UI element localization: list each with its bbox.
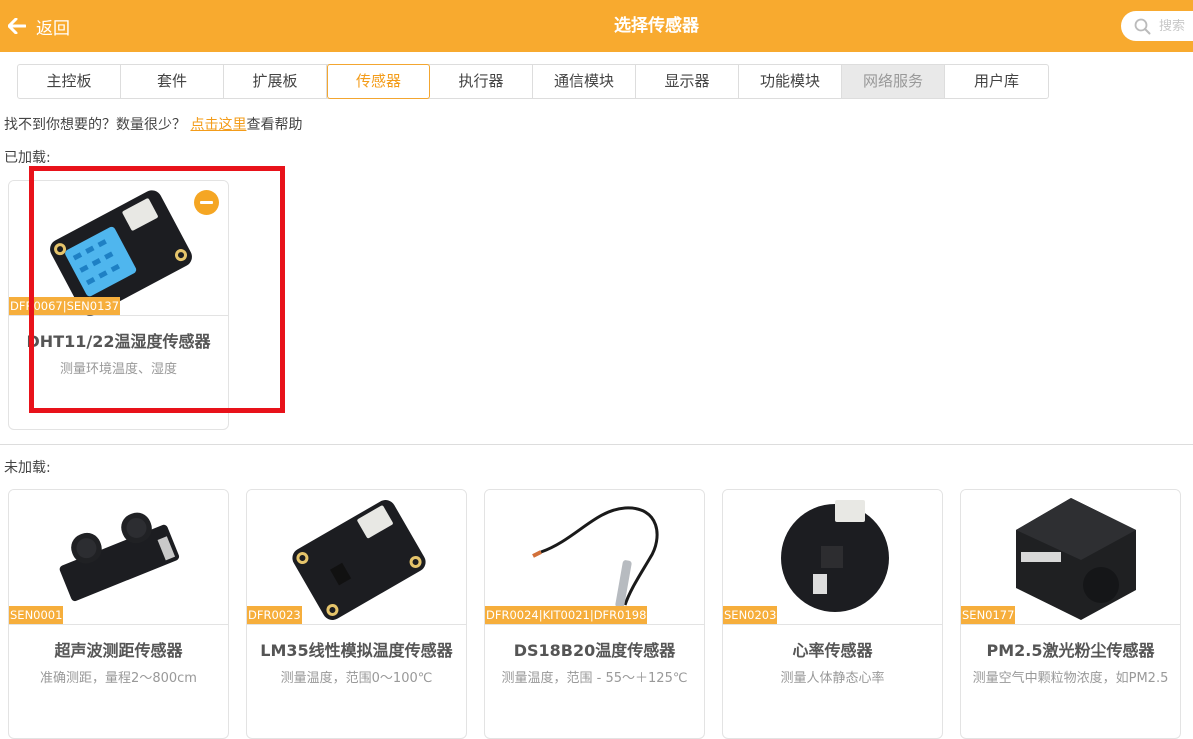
unloaded-card-ultrasonic[interactable]: SEN0001 超声波测距传感器 准确测距，量程2～800cm	[8, 489, 229, 739]
lm35-module-image	[247, 490, 466, 625]
help-suffix: 查看帮助	[246, 117, 303, 133]
loaded-section-label: 已加载:	[4, 150, 51, 166]
search-icon	[1134, 18, 1151, 34]
back-label: 返回	[36, 18, 70, 39]
top-bar: 返回 选择传感器	[0, 0, 1193, 52]
tab-expansion-board[interactable]: 扩展板	[224, 65, 327, 98]
product-code: SEN0001	[9, 606, 64, 624]
product-description: 测量温度，范围0～100℃	[280, 671, 433, 686]
tab-network-service[interactable]: 网络服务	[842, 65, 945, 98]
product-name: 心率传感器	[792, 641, 873, 660]
tab-user-library[interactable]: 用户库	[945, 65, 1048, 98]
product-description: 准确测距，量程2～800cm	[40, 671, 197, 686]
help-text: 找不到你想要的？数量很少？ 点击这里查看帮助	[4, 114, 302, 134]
product-description: 测量空气中颗粒物浓度，如PM2.5	[972, 671, 1169, 686]
product-name: LM35线性模拟温度传感器	[260, 641, 453, 660]
remove-button[interactable]	[194, 190, 219, 215]
tab-actuator[interactable]: 执行器	[430, 65, 533, 98]
unloaded-card-heart-rate[interactable]: SEN0203 心率传感器 测量人体静态心率	[722, 489, 943, 739]
help-link[interactable]: 点击这里	[190, 117, 246, 133]
search-box[interactable]	[1121, 11, 1193, 41]
product-code: DFR0024|KIT0021|DFR0198	[485, 606, 648, 624]
product-description: 测量温度，范围 - 55～＋125℃	[501, 671, 688, 686]
product-name: PM2.5激光粉尘传感器	[986, 641, 1155, 660]
unloaded-section-label: 未加载:	[4, 460, 51, 476]
loaded-card-dht11[interactable]: DFR0067|SEN0137 DHT11/22温湿度传感器 测量环境温度、湿度	[8, 180, 229, 430]
unloaded-card-pm25[interactable]: SEN0177 PM2.5激光粉尘传感器 测量空气中颗粒物浓度，如PM2.5	[960, 489, 1181, 739]
product-description: 测量环境温度、湿度	[59, 362, 177, 377]
product-name: DS18B20温度传感器	[513, 641, 676, 660]
tab-mainboard[interactable]: 主控板	[18, 65, 121, 98]
tab-sensor[interactable]: 传感器	[327, 64, 430, 99]
tab-kit[interactable]: 套件	[121, 65, 224, 98]
product-description: 测量人体静态心率	[780, 671, 885, 686]
product-code: SEN0177	[961, 606, 1016, 624]
heart-rate-module-image	[723, 490, 942, 625]
product-code: DFR0023	[247, 606, 302, 624]
help-prefix: 找不到你想要的？数量很少？	[4, 117, 186, 133]
back-button[interactable]: 返回	[8, 12, 70, 40]
product-code: SEN0203	[723, 606, 778, 624]
product-name: DHT11/22温湿度传感器	[26, 332, 211, 351]
section-divider	[0, 444, 1193, 445]
unloaded-card-ds18b20[interactable]: DFR0024|KIT0021|DFR0198 DS18B20温度传感器 测量温…	[484, 489, 705, 739]
product-code: DFR0067|SEN0137	[9, 297, 121, 315]
product-name: 超声波测距传感器	[54, 641, 183, 660]
tab-function-module[interactable]: 功能模块	[739, 65, 842, 98]
page-title: 选择传感器	[614, 16, 699, 36]
ultrasonic-module-image	[9, 490, 228, 625]
category-tabs: 主控板 套件 扩展板 传感器 执行器 通信模块 显示器 功能模块 网络服务 用户…	[17, 64, 1049, 99]
ds18b20-probe-image	[485, 490, 704, 625]
search-input[interactable]	[1159, 18, 1193, 34]
unloaded-card-lm35[interactable]: DFR0023 LM35线性模拟温度传感器 测量温度，范围0～100℃	[246, 489, 467, 739]
tab-display[interactable]: 显示器	[636, 65, 739, 98]
arrow-left-icon	[8, 18, 26, 34]
tab-communication[interactable]: 通信模块	[533, 65, 636, 98]
pm25-sensor-image	[961, 490, 1180, 625]
